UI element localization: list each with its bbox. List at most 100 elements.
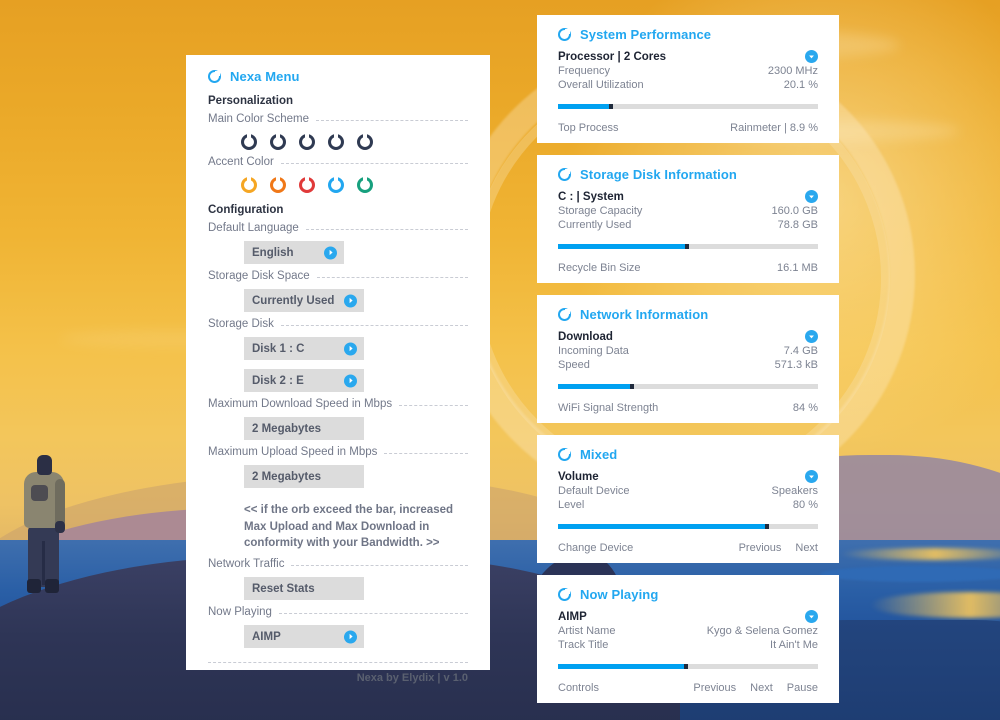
row-value: 571.3 kB [774, 359, 818, 371]
accent-color-row: Accent Color [208, 156, 468, 168]
footer-action-1[interactable]: Next [750, 682, 773, 694]
main-color-scheme-label: Main Color Scheme [208, 113, 309, 125]
accent-color-swatches[interactable] [241, 177, 468, 193]
refresh-down-icon[interactable] [805, 610, 818, 623]
menu-title: Nexa Menu [230, 69, 300, 84]
now-playing-row: Now Playing [208, 606, 468, 618]
widget-mixed-progress-bar[interactable] [558, 524, 818, 529]
main-color-swatch-3[interactable] [328, 134, 344, 150]
widget-nowplaying-head-label: AIMP [558, 610, 587, 623]
refresh-down-icon[interactable] [805, 470, 818, 483]
accent-color-swatch-4[interactable] [357, 177, 373, 193]
footer-action-0: 16.1 MB [777, 262, 818, 274]
now-playing-label: Now Playing [208, 606, 272, 619]
main-color-swatch-2[interactable] [299, 134, 315, 150]
widget-storage-progress-bar[interactable] [558, 244, 818, 249]
refresh-down-icon[interactable] [805, 190, 818, 203]
orb-ring-icon [208, 70, 221, 83]
divider [280, 163, 468, 164]
progress-knob[interactable] [684, 244, 689, 249]
refresh-down-icon[interactable] [805, 330, 818, 343]
widget-mixed-header: Mixed [558, 447, 818, 462]
footer-action-0[interactable]: Previous [739, 542, 782, 554]
row-label: Default Device [558, 485, 630, 497]
storage-disk-1-select[interactable]: Disk 1 : C [244, 337, 364, 360]
row-label: Storage Capacity [558, 205, 643, 217]
main-color-swatch-0[interactable] [241, 134, 257, 150]
accent-color-swatch-2[interactable] [299, 177, 315, 193]
row-label: Frequency [558, 65, 610, 77]
widget-network-progress-bar[interactable] [558, 384, 818, 389]
storage-disk-space-select[interactable]: Currently Used [244, 289, 364, 312]
widget-mixed-footer-row: Change Device Previous Next [558, 542, 818, 554]
bandwidth-hint-text: << if the orb exceed the bar, increased … [244, 504, 454, 550]
widget-network-head-label: Download [558, 330, 613, 343]
now-playing-select[interactable]: AIMP [244, 625, 364, 649]
default-language-row: Default Language [208, 222, 468, 234]
main-color-swatch-4[interactable] [357, 134, 373, 150]
widget-performance-head-row: Processor | 2 Cores [558, 50, 818, 63]
footer-action-0[interactable]: Previous [693, 682, 736, 694]
widget-mixed-row: Level 80 % [558, 499, 818, 511]
main-color-scheme-row: Main Color Scheme [208, 113, 468, 125]
progress-knob[interactable] [629, 384, 634, 389]
main-color-scheme-swatches[interactable] [241, 134, 468, 150]
row-value: Kygo & Selena Gomez [706, 625, 818, 637]
chevron-right-icon[interactable] [344, 342, 357, 355]
widget-storage-head-label: C : | System [558, 190, 624, 203]
max-upload-field[interactable]: 2 Megabytes [244, 465, 364, 488]
accent-color-swatch-0[interactable] [241, 177, 257, 193]
max-download-label: Maximum Download Speed in Mbps [208, 398, 393, 410]
storage-disk-2-select[interactable]: Disk 2 : E [244, 369, 364, 392]
progress-knob[interactable] [609, 104, 614, 109]
accent-color-swatch-1[interactable] [270, 177, 286, 193]
chevron-right-icon[interactable] [324, 246, 337, 259]
widget-network: Network Information Download Incoming Data… [537, 295, 839, 423]
widget-storage-head-row: C : | System [558, 190, 818, 203]
widget-nowplaying-row: Artist Name Kygo & Selena Gomez [558, 625, 818, 637]
accent-color-label: Accent Color [208, 156, 274, 168]
refresh-down-icon[interactable] [805, 50, 818, 63]
progress-knob[interactable] [765, 524, 769, 529]
footer-action-0: 84 % [792, 402, 818, 414]
row-label: Artist Name [558, 625, 616, 637]
row-label: Incoming Data [558, 345, 629, 357]
widget-mixed-head-row: Volume [558, 470, 818, 483]
footer-action-1[interactable]: Next [795, 542, 818, 554]
max-upload-row: Maximum Upload Speed in Mbps [208, 446, 468, 458]
progress-knob[interactable] [684, 664, 689, 669]
widget-storage-header: Storage Disk Information [558, 167, 818, 182]
storage-disk-space-value: Currently Used [252, 294, 335, 307]
max-download-field[interactable]: 2 Megabytes [244, 417, 364, 440]
widget-network-header: Network Information [558, 307, 818, 322]
widget-storage-title: Storage Disk Information [580, 167, 737, 182]
widget-performance-head-label: Processor | 2 Cores [558, 50, 667, 63]
default-language-label: Default Language [208, 222, 299, 234]
progress-fill [558, 104, 611, 109]
chevron-right-icon[interactable] [344, 374, 357, 387]
network-traffic-row: Network Traffic [208, 558, 468, 570]
orb-ring-icon [558, 28, 571, 41]
orb-ring-icon [558, 168, 571, 181]
orb-ring-icon [558, 588, 571, 601]
divider [315, 120, 468, 121]
chevron-right-icon[interactable] [344, 630, 357, 644]
widget-nowplaying-progress-bar[interactable] [558, 664, 818, 669]
widget-network-footer-row: WiFi Signal Strength 84 % [558, 402, 818, 414]
divider [278, 613, 468, 615]
widget-performance-progress-bar[interactable] [558, 104, 818, 109]
widget-network-row: Speed 571.3 kB [558, 359, 818, 371]
widget-nowplaying: Now Playing AIMP Artist Name Kygo & Selena … [537, 575, 839, 703]
divider [291, 565, 468, 567]
reset-stats-button[interactable]: Reset Stats [244, 577, 364, 601]
chevron-right-icon[interactable] [344, 294, 357, 307]
default-language-value: English [252, 246, 294, 259]
footer-action-2[interactable]: Pause [787, 682, 818, 694]
storage-disk-space-row: Storage Disk Space [208, 270, 468, 282]
progress-fill [558, 384, 631, 389]
widget-nowplaying-header: Now Playing [558, 587, 818, 602]
default-language-select[interactable]: English [244, 241, 344, 264]
progress-fill [558, 244, 686, 249]
accent-color-swatch-3[interactable] [328, 177, 344, 193]
main-color-swatch-1[interactable] [270, 134, 286, 150]
